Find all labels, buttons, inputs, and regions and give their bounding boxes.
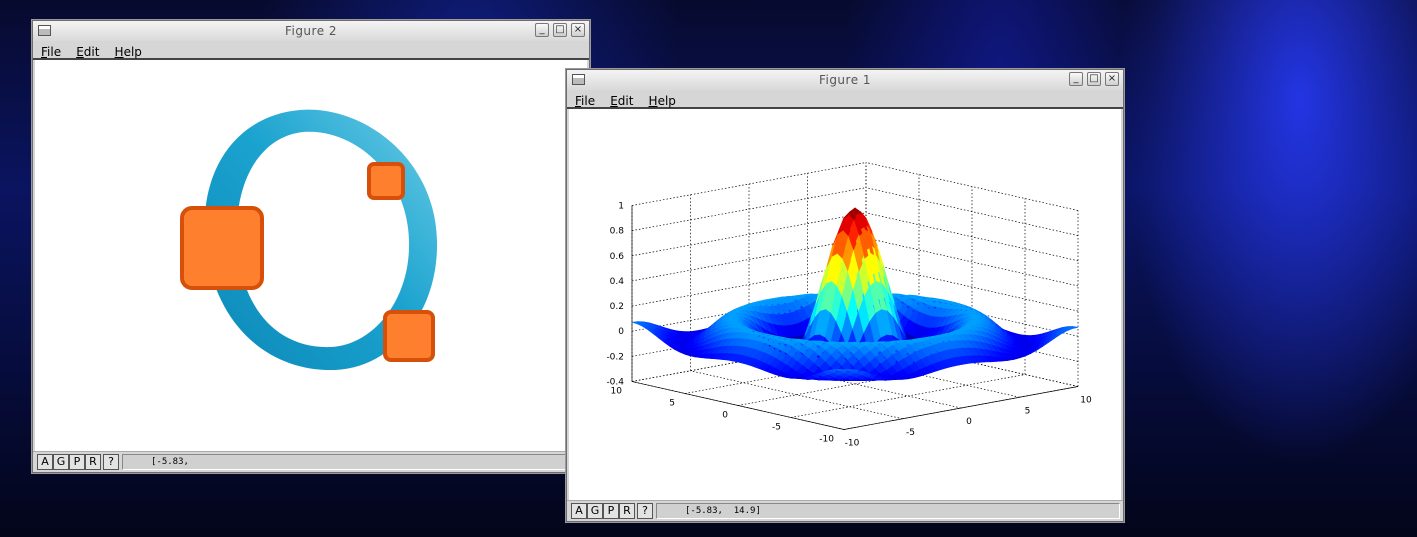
z-tick-label: 0.6 <box>610 252 625 262</box>
figure2-titlebar[interactable]: Figure 2 _ □ × <box>33 21 589 42</box>
coordinate-readout: [-5.83, <box>122 454 592 470</box>
rotate-button[interactable]: R <box>85 454 101 470</box>
close-button[interactable]: × <box>1105 72 1119 86</box>
y-tick-label: 5 <box>669 399 675 409</box>
z-tick-labels: 10.80.60.40.20-0.2-0.4 <box>606 202 624 388</box>
figure1-title: Figure 1 <box>818 73 872 87</box>
surface-mesh <box>631 207 1079 382</box>
menu-help[interactable]: Help <box>649 93 676 110</box>
logo-square-large <box>180 206 264 290</box>
z-tick-label: 1 <box>618 202 624 212</box>
menu-file[interactable]: File <box>575 93 595 110</box>
minimize-button[interactable]: _ <box>535 23 549 37</box>
maximize-button[interactable]: □ <box>553 23 567 37</box>
z-tick-label: 0 <box>618 327 624 337</box>
menu-edit[interactable]: Edit <box>76 44 99 61</box>
grid-toggle-button[interactable]: G <box>53 454 69 470</box>
y-tick-label: -5 <box>772 423 781 433</box>
x-tick-labels: -10 -5 0 5 10 <box>845 396 1092 449</box>
help-button[interactable]: ? <box>637 503 653 519</box>
autoscale-button[interactable]: A <box>571 503 587 519</box>
coordinate-readout: [-5.83, 14.9] <box>656 503 1120 519</box>
octave-logo <box>180 109 438 371</box>
figure2-window: Figure 2 _ □ × File Edit Help A G P R ? … <box>32 20 592 473</box>
y-axis-line <box>631 381 845 430</box>
figure1-canvas[interactable]: 1 0.8 0.6 0.4 0.2 0 -0.2 -0.4 -10 -5 0 5 10 10 5 0 -5-… <box>569 109 1121 500</box>
figure1-titlebar[interactable]: Figure 1 _ □ × <box>567 70 1123 91</box>
y-tick-label: 0 <box>722 411 728 421</box>
figure1-window: Figure 1 _ □ × File Edit Help 1 0.8 0.6 0.4… <box>566 69 1124 522</box>
menu-file[interactable]: File <box>41 44 61 61</box>
x-tick-label: 5 <box>1025 406 1031 416</box>
z-tick-label: 0.2 <box>610 302 624 312</box>
logo-square-small <box>367 162 405 200</box>
y-tick-label: 10 <box>611 387 623 397</box>
x-tick-label: -10 <box>845 439 860 449</box>
z-tick-label: 0.4 <box>610 277 625 287</box>
floor-gridline <box>790 374 1026 418</box>
figure1-menubar: File Edit Help <box>567 90 1123 109</box>
figure2-menubar: File Edit Help <box>33 41 589 60</box>
x-tick-label: 0 <box>966 417 972 427</box>
surface-plot: 10.80.60.40.20-0.2-0.4 -10-50510 1050-5-… <box>606 162 1092 449</box>
figure1-statusbar: A G P R ? [-5.83, 14.9] <box>567 500 1123 521</box>
z-tick-label: -0.2 <box>606 352 624 362</box>
menu-help[interactable]: Help <box>115 44 142 61</box>
grid-toggle-button[interactable]: G <box>587 503 603 519</box>
wall-gridline <box>865 237 1079 287</box>
y-tick-labels: 10 5 0 -5 -10 <box>611 387 835 445</box>
figure2-canvas[interactable] <box>35 60 587 451</box>
x-tick-label: -5 <box>906 428 915 438</box>
help-button[interactable]: ? <box>103 454 119 470</box>
minimize-button[interactable]: _ <box>1069 72 1083 86</box>
wall-gridline <box>865 162 1079 211</box>
figure2-statusbar: A G P R ? [-5.83, <box>33 451 592 472</box>
pan-button[interactable]: P <box>69 454 85 470</box>
figure2-title: Figure 2 <box>284 24 338 38</box>
close-button[interactable]: × <box>571 23 585 37</box>
rotate-button[interactable]: R <box>619 503 635 519</box>
menu-edit[interactable]: Edit <box>610 93 633 110</box>
maximize-button[interactable]: □ <box>1087 72 1101 86</box>
y-tick-label: -10 <box>819 435 834 445</box>
z-tick-label: 0.8 <box>610 227 625 237</box>
x-tick-label: 10 <box>1080 396 1092 406</box>
logo-square-medium <box>383 310 435 362</box>
pan-button[interactable]: P <box>603 503 619 519</box>
x-axis-line <box>843 386 1079 430</box>
autoscale-button[interactable]: A <box>37 454 53 470</box>
